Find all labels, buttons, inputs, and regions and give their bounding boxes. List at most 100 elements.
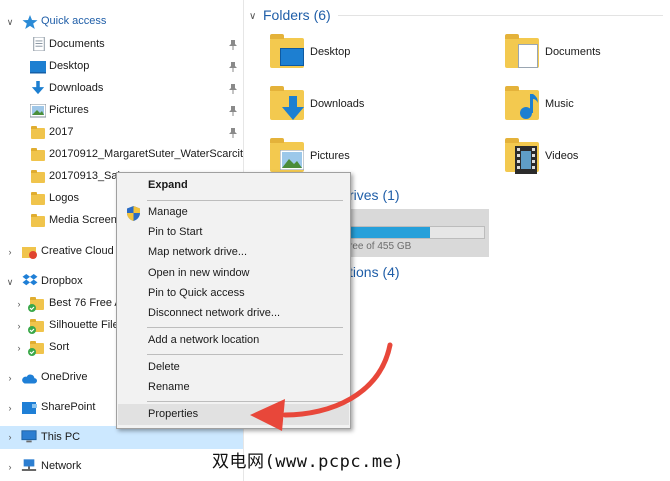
- pictures-icon: [30, 104, 46, 118]
- section-divider: [338, 15, 663, 16]
- star-icon: [22, 15, 38, 29]
- nav-label-quick-access: Quick access: [41, 15, 107, 27]
- nav-label: Pictures: [49, 104, 89, 116]
- folder-icon: [270, 138, 304, 172]
- folder-icon: [270, 34, 304, 68]
- folder-icon: [31, 148, 45, 161]
- desktop-overlay-icon: [280, 48, 304, 66]
- folder-icon: [31, 126, 45, 139]
- nav-item-network[interactable]: › Network: [0, 456, 243, 478]
- folder-tile-desktop[interactable]: Desktop: [268, 32, 468, 74]
- nav-label: Desktop: [49, 60, 90, 72]
- pin-icon[interactable]: [229, 128, 237, 138]
- nav-item-pictures[interactable]: Pictures: [0, 100, 243, 122]
- sync-check-icon: [28, 326, 36, 334]
- folder-label: Documents: [545, 46, 601, 58]
- folder-tile-videos[interactable]: Videos: [503, 136, 663, 178]
- network-icon: [21, 459, 37, 471]
- download-arrow-icon: [282, 96, 304, 120]
- menu-item-manage[interactable]: Manage: [118, 203, 349, 223]
- network-locations-section-header[interactable]: tions (4): [349, 264, 400, 280]
- chevron-down-icon[interactable]: ∨: [5, 277, 15, 287]
- folder-label: Pictures: [310, 150, 350, 162]
- sync-check-icon: [28, 304, 36, 312]
- folder-label: Music: [545, 98, 574, 110]
- folder-icon: [31, 214, 45, 227]
- desktop-icon: [30, 61, 46, 74]
- drive-tile[interactable]: ree of 455 GB: [349, 209, 489, 257]
- folder-tile-downloads[interactable]: Downloads: [268, 84, 468, 126]
- nav-label: OneDrive: [41, 371, 88, 383]
- nav-label: 20170913_Sale: [49, 170, 127, 182]
- nav-label: Silhouette File: [49, 319, 119, 331]
- nav-label: 20170912_MargaretSuter_WaterScarcity: [49, 148, 243, 160]
- onedrive-cloud-icon: [22, 374, 37, 384]
- nav-quick-access[interactable]: ∨ Quick access: [0, 11, 243, 33]
- nav-label: Network: [41, 460, 82, 472]
- nav-label: Creative Cloud: [41, 245, 114, 257]
- menu-item-expand[interactable]: Expand: [118, 176, 349, 196]
- nav-label: Best 76 Free A: [49, 297, 122, 309]
- nav-label: 2017: [49, 126, 74, 138]
- chevron-right-icon[interactable]: ›: [5, 247, 15, 257]
- menu-item-pin-to-start[interactable]: Pin to Start: [118, 223, 349, 243]
- nav-label: Downloads: [49, 82, 104, 94]
- menu-separator: [147, 200, 343, 201]
- nav-label: SharePoint: [41, 401, 96, 413]
- creative-cloud-icon: [22, 247, 37, 259]
- folder-icon: [505, 34, 539, 68]
- drive-free-space: ree of 455 GB: [349, 241, 412, 252]
- pin-icon[interactable]: [229, 84, 237, 94]
- pin-icon[interactable]: [229, 40, 237, 50]
- drive-usage-fill: [350, 227, 431, 238]
- drives-section-header[interactable]: rives (1): [349, 187, 400, 203]
- menu-item-open-new-window[interactable]: Open in new window: [118, 264, 349, 284]
- folder-tile-music[interactable]: Music: [503, 84, 663, 126]
- nav-item-downloads[interactable]: Downloads: [0, 78, 243, 100]
- chevron-right-icon[interactable]: ›: [14, 321, 24, 331]
- folder-icon: [31, 192, 45, 205]
- menu-item-disconnect-network-drive[interactable]: Disconnect network drive...: [118, 304, 349, 324]
- menu-item-map-network-drive[interactable]: Map network drive...: [118, 243, 349, 263]
- menu-separator: [147, 327, 343, 328]
- folder-icon: [31, 170, 45, 183]
- chevron-right-icon[interactable]: ›: [5, 403, 15, 413]
- nav-label: Sort: [49, 341, 70, 353]
- folder-label: Downloads: [310, 98, 365, 110]
- nav-item-desktop[interactable]: Desktop: [0, 56, 243, 78]
- chevron-right-icon[interactable]: ›: [5, 432, 15, 442]
- chevron-right-icon[interactable]: ›: [14, 299, 24, 309]
- nav-item-this-pc[interactable]: › This PC: [0, 426, 243, 449]
- music-note-icon: [520, 94, 538, 119]
- nav-item-2017[interactable]: 2017: [0, 122, 243, 144]
- nav-label: Logos: [49, 192, 79, 204]
- computer-icon: [21, 430, 37, 443]
- drive-usage-bar: [349, 226, 485, 239]
- sharepoint-icon: [22, 402, 37, 414]
- folder-icon: [270, 86, 304, 120]
- annotation-arrow-icon: [250, 342, 393, 431]
- film-strip-icon: [515, 146, 537, 174]
- folder-label: Videos: [545, 150, 579, 162]
- download-arrow-icon: [31, 81, 45, 95]
- documents-icon: [33, 37, 45, 51]
- pin-icon[interactable]: [229, 106, 237, 116]
- watermark-text: 双电网(www.pcpc.me): [212, 452, 405, 472]
- chevron-right-icon[interactable]: ›: [14, 343, 24, 353]
- nav-item-documents[interactable]: Documents: [0, 34, 243, 56]
- pin-icon[interactable]: [229, 62, 237, 72]
- chevron-down-icon[interactable]: ∨: [249, 11, 256, 22]
- nav-label: Media Screen: [49, 214, 117, 226]
- folders-section-header[interactable]: Folders (6): [263, 7, 331, 23]
- document-overlay-icon: [518, 44, 538, 68]
- chevron-right-icon[interactable]: ›: [5, 462, 15, 472]
- nav-label: Documents: [49, 38, 105, 50]
- chevron-down-icon[interactable]: ∨: [5, 17, 15, 27]
- nav-item-20170912[interactable]: 20170912_MargaretSuter_WaterScarcity: [0, 144, 243, 166]
- nav-label: This PC: [41, 431, 81, 443]
- menu-item-pin-to-quick-access[interactable]: Pin to Quick access: [118, 284, 349, 304]
- chevron-right-icon[interactable]: ›: [5, 373, 15, 383]
- folder-tile-documents[interactable]: Documents: [503, 32, 663, 74]
- folders-section-chevron[interactable]: ∨: [249, 6, 256, 24]
- folder-label: Desktop: [310, 46, 351, 58]
